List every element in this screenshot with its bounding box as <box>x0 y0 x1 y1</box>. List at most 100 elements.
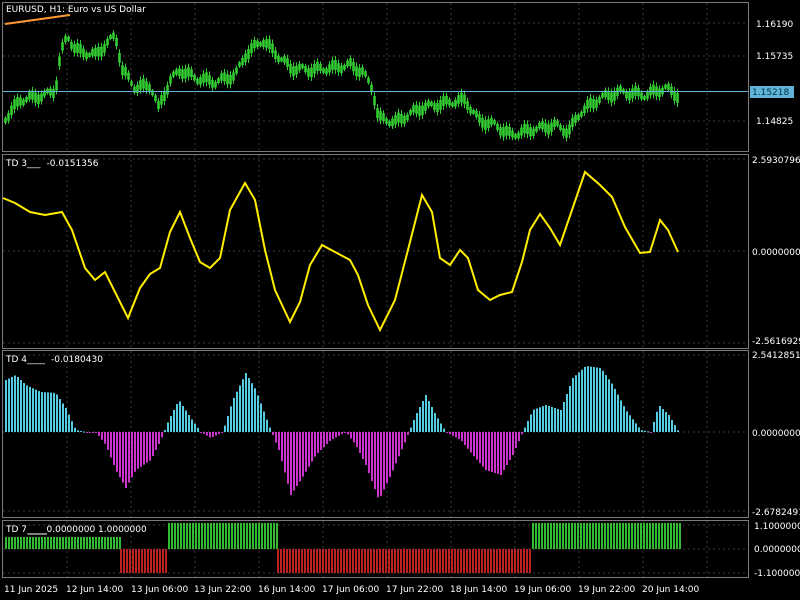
td7-bar-negative <box>379 549 381 573</box>
td4-bar <box>89 432 91 433</box>
td7-bar-positive-tall <box>607 523 609 537</box>
td7-bar-positive <box>53 537 55 549</box>
td7-bar-positive-tall <box>634 523 636 537</box>
td7-bar-positive-tall <box>538 523 540 537</box>
td7-bar-negative <box>289 549 291 573</box>
time-label-3: 13 Jun 06:00 <box>131 585 188 595</box>
td4-bar <box>572 378 574 432</box>
svg-text:TD 4____-0.0180430: TD 4____ -0.0180430 <box>5 355 103 365</box>
td7-bar-positive-tall <box>559 523 561 537</box>
td7-bar-positive-tall <box>670 523 672 537</box>
td7-bar-positive <box>679 537 681 549</box>
td7-bar-positive-tall <box>252 523 254 537</box>
td4-bar <box>242 379 244 432</box>
td7-bar-negative <box>373 549 375 573</box>
td4-bar <box>563 402 565 432</box>
price-candles <box>4 30 679 142</box>
td4-bar <box>104 432 106 444</box>
td7-bar-negative <box>162 549 164 573</box>
td7-bar-positive <box>14 537 16 549</box>
td7-bar-positive <box>195 537 197 549</box>
td7-bar-negative <box>508 549 510 573</box>
td4-bar <box>602 370 604 432</box>
main-panel-frame <box>2 2 749 152</box>
td7-bar-negative <box>120 549 122 573</box>
td7-bar-positive <box>65 537 67 549</box>
td7-bar-positive-tall <box>625 523 627 537</box>
td4-bar <box>20 380 22 432</box>
time-label-8: 18 Jun 14:00 <box>450 585 507 595</box>
td7-bar-positive-tall <box>583 523 585 537</box>
td7-bar-negative <box>460 549 462 573</box>
td7-bar-positive <box>171 537 173 549</box>
td7-bar-negative <box>331 549 333 573</box>
td7-bar-negative <box>129 549 131 573</box>
td4-bar <box>629 415 631 432</box>
td7-bar-positive <box>598 537 600 549</box>
td7-bar-positive <box>631 537 633 549</box>
td7-bar-negative <box>418 549 420 573</box>
td7-bar-positive <box>62 537 64 549</box>
td4-bar <box>584 366 586 432</box>
td7-bar-positive-tall <box>213 523 215 537</box>
td4-bar <box>149 432 151 461</box>
td7-bar-positive <box>246 537 248 549</box>
td7-bar-positive <box>601 537 603 549</box>
td4-bar <box>59 399 61 432</box>
td4-bar <box>404 432 406 443</box>
td7-bar-positive <box>583 537 585 549</box>
td7-bar-positive <box>192 537 194 549</box>
td7-bar-positive-tall <box>574 523 576 537</box>
td7-bar-positive-tall <box>544 523 546 537</box>
td7-bar-positive <box>110 537 112 549</box>
td4-bar <box>479 432 481 464</box>
td4-bar <box>125 432 127 488</box>
td4-bar <box>485 432 487 470</box>
td7-bar-negative <box>141 549 143 573</box>
td7-bar-negative <box>466 549 468 573</box>
td7-bar-negative <box>310 549 312 573</box>
td7-bar-positive <box>595 537 597 549</box>
td7-bar-negative <box>388 549 390 573</box>
td4-axis: 2.5412851 0.0000000 -2.6782491 <box>752 351 800 518</box>
td4-bar <box>176 404 178 432</box>
td7-bar-negative <box>403 549 405 573</box>
td4-bar <box>527 421 529 432</box>
td7-bar-positive-tall <box>174 523 176 537</box>
td7-bar-negative <box>520 549 522 573</box>
td4-bar <box>401 432 403 450</box>
td4-bar <box>203 432 205 434</box>
td4-bar <box>143 432 145 465</box>
td4-bar <box>590 366 592 432</box>
td4-bar <box>32 388 34 432</box>
td7-bar-positive <box>655 537 657 549</box>
td7-bar-positive-tall <box>207 523 209 537</box>
td3-axis-min: -2.5616929 <box>752 337 800 347</box>
time-label-11: 20 Jun 14:00 <box>642 585 699 595</box>
td4-bar <box>389 432 391 478</box>
td4-axis-max: 2.5412851 <box>752 351 800 361</box>
td7-bar-negative <box>328 549 330 573</box>
td4-bar <box>191 419 193 432</box>
td7-bar-positive <box>5 537 7 549</box>
td4-bar <box>374 432 376 490</box>
td7-bar-positive <box>80 537 82 549</box>
td7-bar-negative <box>433 549 435 573</box>
td4-bar <box>548 406 550 432</box>
chart-window[interactable]: EURUSD, H1: Euro vs US Dollar 1.16190 1.… <box>0 0 800 600</box>
td7-bar-positive <box>565 537 567 549</box>
td7-bar-positive-tall <box>261 523 263 537</box>
td7-bar-positive-tall <box>610 523 612 537</box>
td4-bar <box>560 410 562 432</box>
td7-bar-positive <box>77 537 79 549</box>
td4-bar <box>47 392 49 432</box>
td7-bar-positive <box>11 537 13 549</box>
td7-bar-negative <box>313 549 315 573</box>
td7-bar-negative <box>463 549 465 573</box>
td7-bar-positive-tall <box>255 523 257 537</box>
td7-bar-negative <box>361 549 363 573</box>
td7-bar-negative <box>358 549 360 573</box>
trend-line[interactable] <box>4 14 71 25</box>
td7-bar-positive-tall <box>604 523 606 537</box>
td4-bar <box>269 427 271 432</box>
